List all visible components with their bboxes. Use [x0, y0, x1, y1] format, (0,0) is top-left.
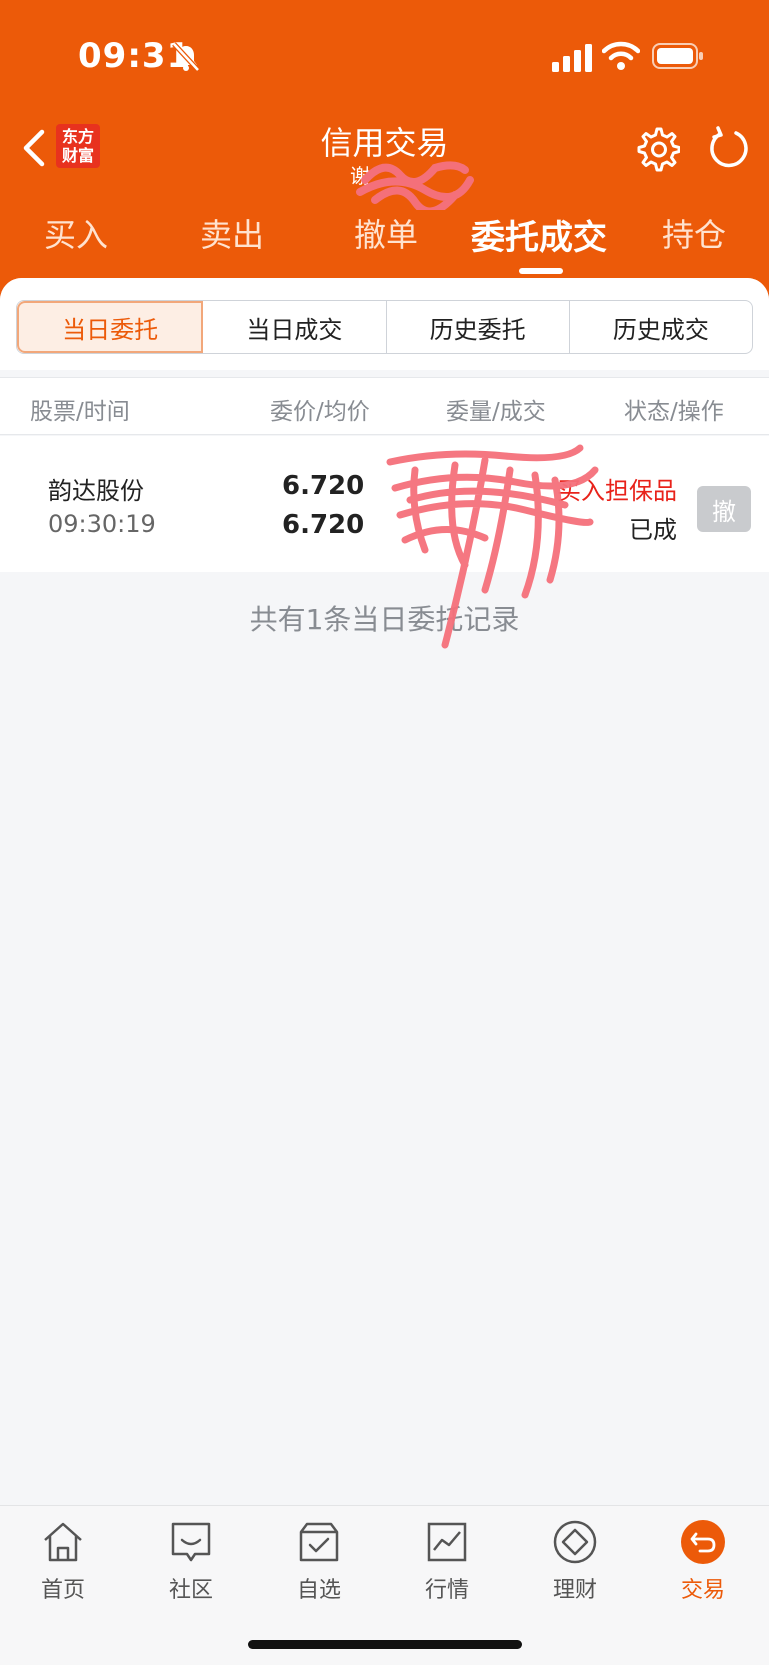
trade-tabs: 买入 卖出 撤单 委托成交 持仓 [0, 210, 769, 266]
bell-muted-icon [172, 42, 200, 72]
tab-buy[interactable]: 买入 [44, 210, 108, 256]
active-tab-indicator [519, 268, 563, 274]
tab-sell[interactable]: 卖出 [200, 210, 264, 256]
tab-positions[interactable]: 持仓 [662, 210, 726, 256]
home-icon [44, 1522, 82, 1562]
status-bar: 09:31 [0, 0, 769, 115]
nav-market[interactable]: 行情 [402, 1518, 492, 1604]
stock-name: 韵达股份 [48, 477, 144, 505]
cancel-order-button[interactable]: 撤 [697, 486, 751, 532]
trade-icon [681, 1520, 725, 1564]
tab-orders-trades[interactable]: 委托成交 [471, 210, 607, 259]
segment-history-trades[interactable]: 历史成交 [570, 301, 752, 353]
chart-icon [427, 1522, 467, 1562]
header-volume: 委量/成交 [446, 399, 546, 425]
order-state: 已成 [629, 516, 677, 544]
redaction-scribble-volume [386, 444, 599, 649]
diamond-icon [553, 1520, 597, 1564]
table-header: 股票/时间 委价/均价 委量/成交 状态/操作 [0, 377, 769, 435]
refresh-icon[interactable] [706, 126, 750, 170]
average-price: 6.720 [282, 510, 365, 540]
header-price: 委价/均价 [270, 399, 370, 425]
watchlist-icon [299, 1522, 339, 1562]
nav-watchlist[interactable]: 自选 [274, 1518, 364, 1604]
nav-home[interactable]: 首页 [18, 1518, 108, 1604]
order-time: 09:30:19 [48, 510, 156, 538]
wifi-icon [602, 41, 640, 70]
nav-community[interactable]: 社区 [146, 1518, 236, 1604]
segment-today-orders[interactable]: 当日委托 [17, 301, 204, 353]
nav-trade[interactable]: 交易 [658, 1518, 748, 1604]
battery-icon [652, 43, 703, 69]
order-segment-control: 当日委托 当日成交 历史委托 历史成交 [16, 300, 753, 354]
header-stock-time: 股票/时间 [30, 399, 130, 425]
home-indicator [248, 1640, 522, 1649]
segment-today-trades[interactable]: 当日成交 [203, 301, 387, 353]
tab-cancel[interactable]: 撤单 [354, 210, 418, 256]
settings-gear-icon[interactable] [634, 126, 680, 172]
order-price: 6.720 [282, 471, 365, 501]
cellular-signal-icon [552, 44, 592, 72]
header-status-action: 状态/操作 [624, 399, 724, 425]
redaction-scribble [356, 161, 474, 210]
chat-icon [171, 1522, 211, 1562]
segment-history-orders[interactable]: 历史委托 [387, 301, 570, 353]
nav-wealth[interactable]: 理财 [530, 1518, 620, 1604]
